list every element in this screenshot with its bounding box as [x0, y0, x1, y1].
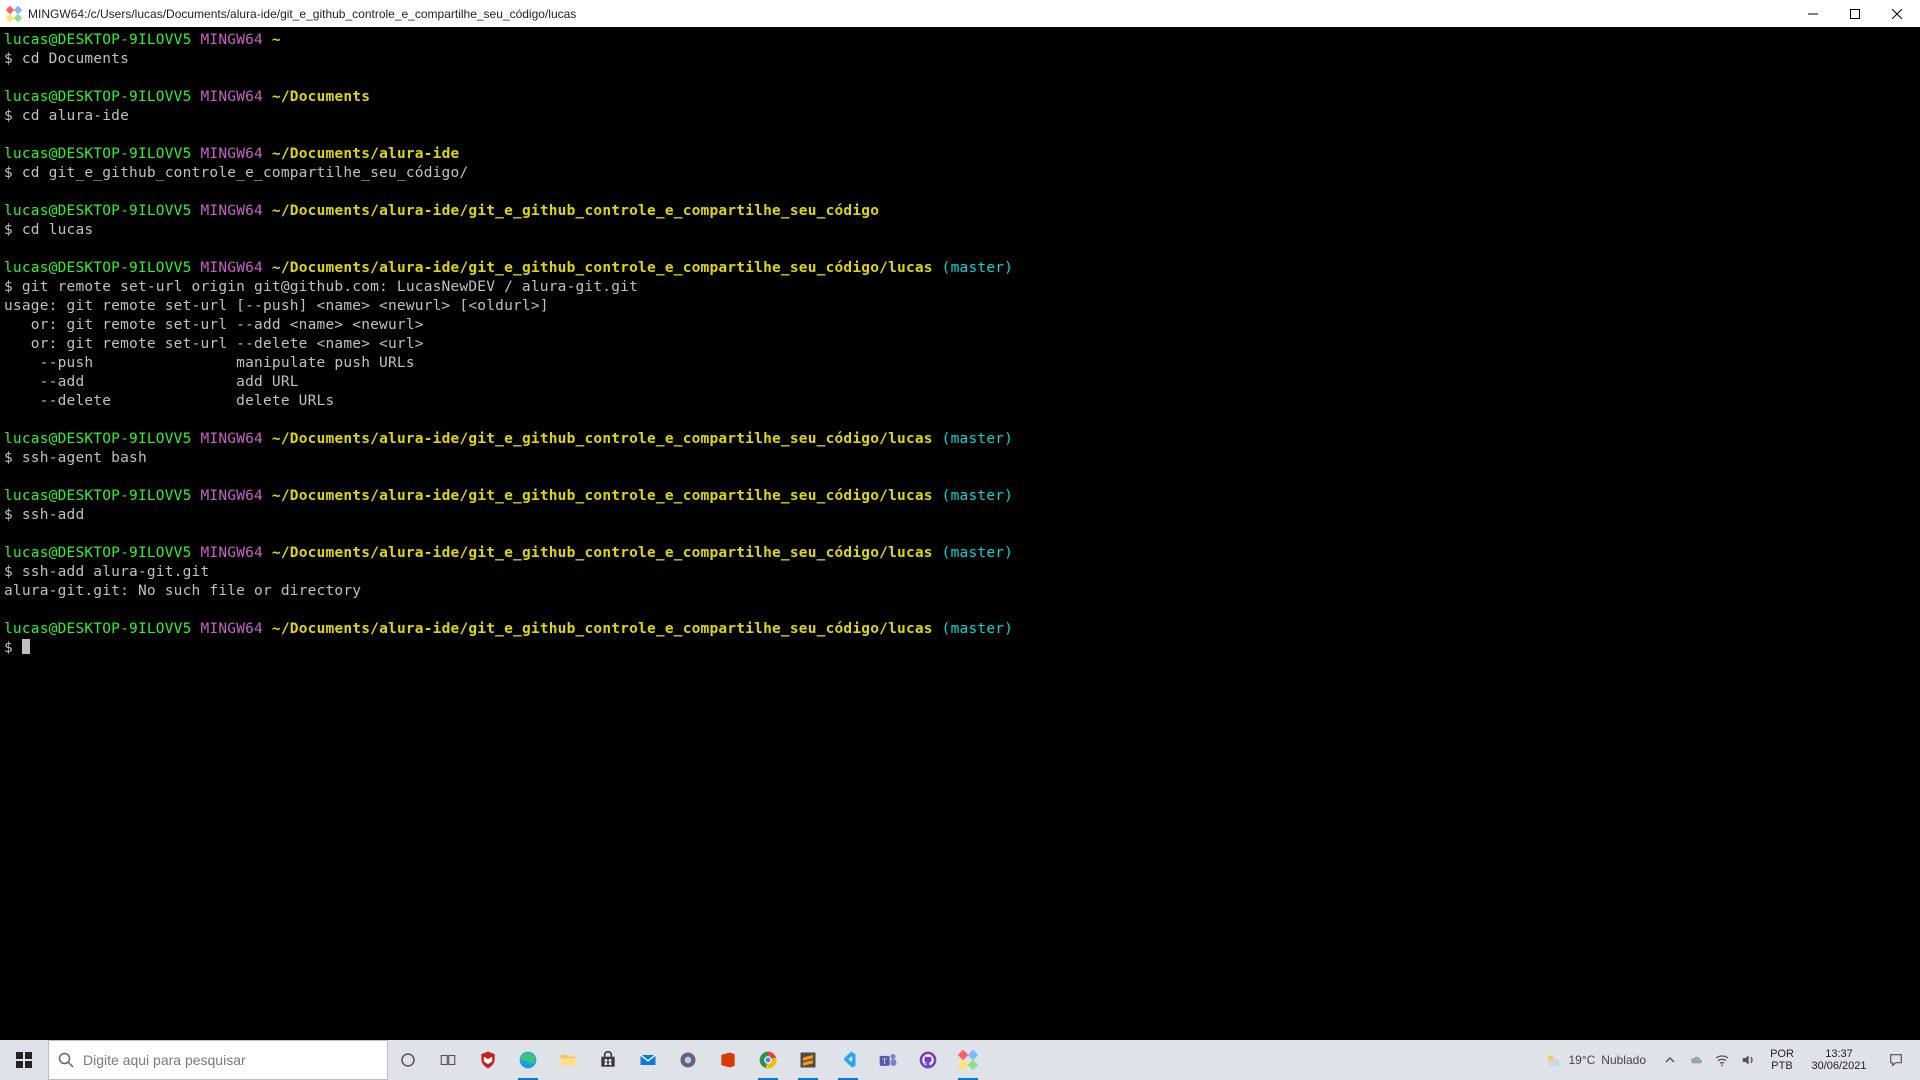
cursor	[22, 639, 30, 654]
weather-widget[interactable]: 19°C Nublado	[1534, 1051, 1656, 1069]
output-line: --delete delete URLs	[4, 392, 1916, 411]
browser-icon	[678, 1050, 698, 1070]
output-line: usage: git remote set-url [--push] <name…	[4, 297, 1916, 316]
store-app[interactable]	[588, 1040, 628, 1080]
taskbar: Digite aqui para pesquisar T 19°C Nublad…	[0, 1040, 1920, 1080]
prompt-line: lucas@DESKTOP-9ILOVV5 MINGW64 ~/Document…	[4, 145, 1916, 164]
cortana-icon	[399, 1051, 417, 1069]
taskview-icon	[439, 1051, 457, 1069]
blank-line	[4, 69, 1916, 88]
mail-app[interactable]	[628, 1040, 668, 1080]
edge-app[interactable]	[508, 1040, 548, 1080]
blank-line	[4, 525, 1916, 544]
search-icon	[49, 1052, 83, 1068]
github-app[interactable]	[908, 1040, 948, 1080]
prompt-line: lucas@DESKTOP-9ILOVV5 MINGW64 ~/Document…	[4, 259, 1916, 278]
command-line: $	[4, 639, 1916, 658]
tray-wifi-icon[interactable]	[1710, 1040, 1734, 1080]
mcafee-icon	[478, 1050, 498, 1070]
blank-line	[4, 411, 1916, 430]
chrome-icon	[758, 1050, 778, 1070]
output-line: --add add URL	[4, 373, 1916, 392]
command-line: $ cd lucas	[4, 221, 1916, 240]
gitbash-icon	[958, 1050, 978, 1070]
taskbar-apps: T	[388, 1040, 988, 1080]
weather-temp: 19°C	[1568, 1053, 1595, 1067]
titlebar: MINGW64:/c/Users/lucas/Documents/alura-i…	[0, 0, 1920, 27]
prompt-line: lucas@DESKTOP-9ILOVV5 MINGW64 ~/Document…	[4, 202, 1916, 221]
edge-icon	[518, 1050, 538, 1070]
tray-chevron-up-icon[interactable]	[1658, 1040, 1682, 1080]
lang-top: POR	[1762, 1048, 1802, 1060]
teams-app[interactable]: T	[868, 1040, 908, 1080]
prompt-line: lucas@DESKTOP-9ILOVV5 MINGW64 ~/Document…	[4, 487, 1916, 506]
gitbash-app[interactable]	[948, 1040, 988, 1080]
mcafee-app[interactable]	[468, 1040, 508, 1080]
command-line: $ cd alura-ide	[4, 107, 1916, 126]
browser-app[interactable]	[668, 1040, 708, 1080]
vscode-app[interactable]	[828, 1040, 868, 1080]
close-button[interactable]	[1876, 1, 1918, 27]
start-button[interactable]	[0, 1040, 48, 1080]
output-line: or: git remote set-url --delete <name> <…	[4, 335, 1916, 354]
prompt-line: lucas@DESKTOP-9ILOVV5 MINGW64 ~/Document…	[4, 544, 1916, 563]
window-controls	[1792, 1, 1918, 27]
cortana-app[interactable]	[388, 1040, 428, 1080]
clock-time: 13:37	[1804, 1048, 1874, 1060]
command-line: $ ssh-add	[4, 506, 1916, 525]
office-icon	[718, 1050, 738, 1070]
blank-line	[4, 601, 1916, 620]
sublime-app[interactable]	[788, 1040, 828, 1080]
output-line: or: git remote set-url --add <name> <new…	[4, 316, 1916, 335]
explorer-icon	[558, 1050, 578, 1070]
prompt-line: lucas@DESKTOP-9ILOVV5 MINGW64 ~/Document…	[4, 620, 1916, 639]
taskview-app[interactable]	[428, 1040, 468, 1080]
terminal[interactable]: lucas@DESKTOP-9ILOVV5 MINGW64 ~$ cd Docu…	[0, 27, 1920, 1040]
tray-onedrive-icon[interactable]	[1684, 1040, 1708, 1080]
mail-icon	[638, 1050, 658, 1070]
window-title: MINGW64:/c/Users/lucas/Documents/alura-i…	[28, 7, 1792, 21]
clock-date: 30/06/2021	[1804, 1060, 1874, 1072]
maximize-button[interactable]	[1834, 1, 1876, 27]
system-tray: 19°C Nublado POR PTB 13:37 30/06/2021	[1534, 1040, 1920, 1080]
app-icon	[6, 6, 22, 22]
tray-volume-icon[interactable]	[1736, 1040, 1760, 1080]
weather-cond: Nublado	[1601, 1053, 1646, 1067]
svg-text:T: T	[882, 1056, 887, 1065]
command-line: $ git remote set-url origin git@github.c…	[4, 278, 1916, 297]
command-line: $ cd git_e_github_controle_e_compartilhe…	[4, 164, 1916, 183]
teams-icon: T	[878, 1050, 898, 1070]
tray-language[interactable]: POR PTB	[1762, 1048, 1802, 1072]
blank-line	[4, 240, 1916, 259]
office-app[interactable]	[708, 1040, 748, 1080]
minimize-button[interactable]	[1792, 1, 1834, 27]
output-line: --push manipulate push URLs	[4, 354, 1916, 373]
command-line: $ ssh-add alura-git.git	[4, 563, 1916, 582]
taskbar-search[interactable]: Digite aqui para pesquisar	[48, 1040, 388, 1080]
prompt-line: lucas@DESKTOP-9ILOVV5 MINGW64 ~/Document…	[4, 88, 1916, 107]
blank-line	[4, 126, 1916, 145]
prompt-line: lucas@DESKTOP-9ILOVV5 MINGW64 ~	[4, 31, 1916, 50]
vscode-icon	[838, 1050, 858, 1070]
prompt-line: lucas@DESKTOP-9ILOVV5 MINGW64 ~/Document…	[4, 430, 1916, 449]
github-icon	[918, 1050, 938, 1070]
command-line: $ cd Documents	[4, 50, 1916, 69]
store-icon	[598, 1050, 618, 1070]
sublime-icon	[798, 1050, 818, 1070]
command-line: $ ssh-agent bash	[4, 449, 1916, 468]
tray-notifications-icon[interactable]	[1876, 1052, 1916, 1068]
chrome-app[interactable]	[748, 1040, 788, 1080]
tray-clock[interactable]: 13:37 30/06/2021	[1804, 1048, 1874, 1072]
search-placeholder: Digite aqui para pesquisar	[83, 1052, 246, 1068]
explorer-app[interactable]	[548, 1040, 588, 1080]
lang-bottom: PTB	[1762, 1060, 1802, 1072]
blank-line	[4, 468, 1916, 487]
weather-icon	[1544, 1051, 1562, 1069]
output-line: alura-git.git: No such file or directory	[4, 582, 1916, 601]
blank-line	[4, 183, 1916, 202]
